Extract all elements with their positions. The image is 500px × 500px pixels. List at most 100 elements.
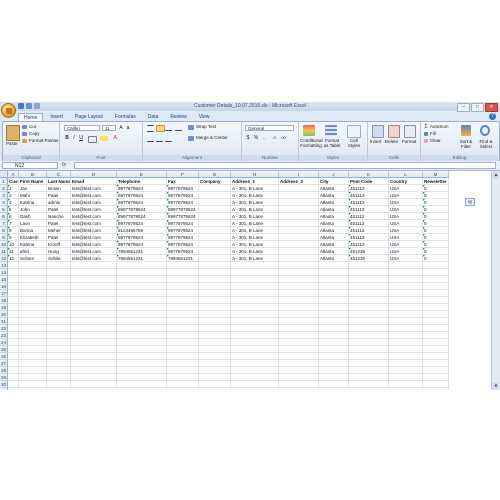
empty-cell[interactable] bbox=[423, 318, 449, 325]
empty-cell[interactable] bbox=[231, 325, 279, 332]
table-cell[interactable] bbox=[199, 185, 231, 192]
header-cell[interactable]: Address_2 bbox=[279, 178, 319, 185]
empty-cell[interactable] bbox=[231, 360, 279, 367]
shrink-font-icon[interactable]: a bbox=[125, 125, 131, 131]
row-header[interactable]: 28 bbox=[0, 367, 8, 374]
find-select-button[interactable]: Find & Select bbox=[476, 139, 496, 149]
table-cell[interactable]: A - 301, B Lane bbox=[231, 220, 279, 227]
header-cell[interactable]: City bbox=[319, 178, 349, 185]
empty-cell[interactable] bbox=[279, 318, 319, 325]
empty-cell[interactable] bbox=[19, 304, 47, 311]
table-cell[interactable]: 10 bbox=[8, 241, 19, 248]
empty-cell[interactable] bbox=[199, 276, 231, 283]
empty-cell[interactable] bbox=[423, 297, 449, 304]
table-cell[interactable]: 451113 bbox=[349, 206, 389, 213]
empty-cell[interactable] bbox=[279, 276, 319, 283]
grow-font-icon[interactable]: A bbox=[118, 125, 124, 131]
table-cell[interactable]: afrid bbox=[19, 248, 47, 255]
empty-cell[interactable] bbox=[349, 374, 389, 381]
save-icon[interactable] bbox=[18, 103, 24, 109]
name-box[interactable]: N12 bbox=[2, 162, 58, 169]
empty-cell[interactable] bbox=[389, 388, 423, 390]
row-header[interactable]: 23 bbox=[0, 332, 8, 339]
empty-cell[interactable] bbox=[167, 374, 199, 381]
empty-cell[interactable] bbox=[199, 332, 231, 339]
table-cell[interactable]: test@test.com bbox=[71, 248, 117, 255]
empty-cell[interactable] bbox=[349, 311, 389, 318]
empty-cell[interactable] bbox=[47, 283, 71, 290]
empty-cell[interactable] bbox=[423, 367, 449, 374]
empty-cell[interactable] bbox=[319, 346, 349, 353]
italic-icon[interactable]: I bbox=[71, 135, 77, 141]
empty-cell[interactable] bbox=[8, 290, 19, 297]
table-cell[interactable]: USA bbox=[389, 199, 423, 206]
empty-cell[interactable] bbox=[117, 276, 167, 283]
table-cell[interactable]: A - 301, B Lane bbox=[231, 192, 279, 199]
empty-cell[interactable] bbox=[47, 276, 71, 283]
table-cell[interactable]: 0 bbox=[423, 206, 449, 213]
empty-cell[interactable] bbox=[199, 353, 231, 360]
table-cell[interactable]: 451113 bbox=[349, 234, 389, 241]
table-cell[interactable]: 1 bbox=[8, 185, 19, 192]
empty-cell[interactable] bbox=[389, 381, 423, 388]
empty-cell[interactable] bbox=[279, 360, 319, 367]
table-cell[interactable]: test@test.com bbox=[71, 213, 117, 220]
table-cell[interactable]: Bonna bbox=[19, 227, 47, 234]
empty-cell[interactable] bbox=[349, 262, 389, 269]
empty-cell[interactable] bbox=[199, 283, 231, 290]
currency-icon[interactable]: $ bbox=[245, 135, 251, 141]
table-cell[interactable]: 7 bbox=[8, 220, 19, 227]
column-header-f[interactable]: F bbox=[167, 171, 199, 178]
empty-cell[interactable] bbox=[349, 339, 389, 346]
table-cell[interactable]: Laon bbox=[19, 220, 47, 227]
table-cell[interactable]: USA bbox=[389, 241, 423, 248]
table-cell[interactable]: test@test.com bbox=[71, 234, 117, 241]
empty-cell[interactable] bbox=[167, 318, 199, 325]
table-cell[interactable]: 7894561231 bbox=[167, 255, 199, 262]
empty-cell[interactable] bbox=[47, 339, 71, 346]
empty-cell[interactable] bbox=[71, 297, 117, 304]
table-cell[interactable]: A - 301, B Lane bbox=[231, 185, 279, 192]
empty-cell[interactable] bbox=[279, 374, 319, 381]
align-left-icon[interactable] bbox=[147, 136, 154, 142]
column-header-k[interactable]: K bbox=[349, 171, 389, 178]
row-header[interactable]: 4 bbox=[0, 199, 8, 206]
empty-cell[interactable] bbox=[199, 346, 231, 353]
scroll-up-icon[interactable]: ▲ bbox=[493, 172, 499, 178]
maximize-button[interactable]: □ bbox=[471, 103, 484, 112]
table-cell[interactable]: test@test.com bbox=[71, 185, 117, 192]
row-header[interactable]: 21 bbox=[0, 318, 8, 325]
table-cell[interactable]: Elizabeth bbox=[19, 234, 47, 241]
empty-cell[interactable] bbox=[47, 374, 71, 381]
table-cell[interactable]: 451236 bbox=[349, 248, 389, 255]
table-cell[interactable]: 451113 bbox=[349, 241, 389, 248]
table-cell[interactable]: A - 301, B Lane bbox=[231, 199, 279, 206]
empty-cell[interactable] bbox=[231, 367, 279, 374]
header-cell[interactable]: Country bbox=[389, 178, 423, 185]
empty-cell[interactable] bbox=[8, 318, 19, 325]
empty-cell[interactable] bbox=[19, 374, 47, 381]
empty-cell[interactable] bbox=[167, 353, 199, 360]
table-cell[interactable]: Brown bbox=[47, 185, 71, 192]
empty-cell[interactable] bbox=[19, 311, 47, 318]
empty-cell[interactable] bbox=[8, 325, 19, 332]
conditional-formatting-button[interactable]: Conditional Formatting bbox=[300, 138, 323, 148]
empty-cell[interactable] bbox=[231, 283, 279, 290]
empty-cell[interactable] bbox=[231, 332, 279, 339]
merge-center-button[interactable]: Merge & Center bbox=[196, 135, 228, 140]
table-cell[interactable]: 9977879524 bbox=[167, 241, 199, 248]
empty-cell[interactable] bbox=[319, 388, 349, 390]
empty-cell[interactable] bbox=[389, 318, 423, 325]
select-all-corner[interactable] bbox=[0, 171, 8, 178]
table-cell[interactable]: Atlanta bbox=[319, 241, 349, 248]
clear-button[interactable]: Clear bbox=[430, 138, 441, 143]
empty-cell[interactable] bbox=[319, 381, 349, 388]
empty-cell[interactable] bbox=[167, 311, 199, 318]
empty-cell[interactable] bbox=[231, 388, 279, 390]
empty-cell[interactable] bbox=[117, 339, 167, 346]
scroll-down-icon[interactable]: ▼ bbox=[493, 383, 499, 389]
empty-cell[interactable] bbox=[231, 304, 279, 311]
font-size-select[interactable]: 11 bbox=[102, 125, 116, 131]
copy-button[interactable]: Copy bbox=[29, 131, 40, 136]
align-right-icon[interactable] bbox=[165, 136, 172, 142]
